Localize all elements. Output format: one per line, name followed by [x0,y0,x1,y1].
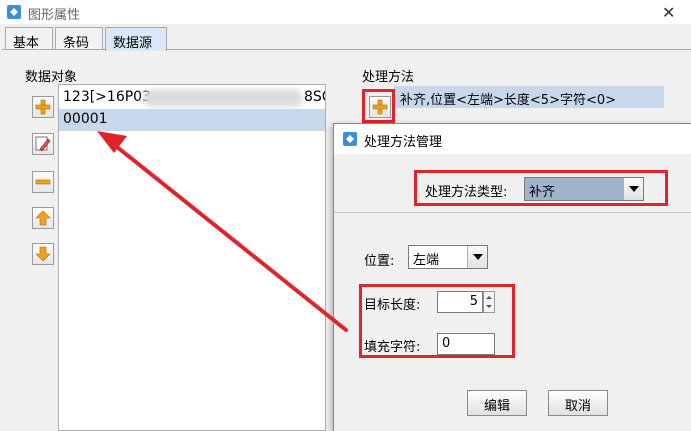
fill-char-label: 填充字符: [364,340,421,355]
cancel-button[interactable]: 取消 [548,390,608,416]
remove-button[interactable] [32,171,54,193]
method-type-label: 处理方法类型: [425,185,508,200]
window-titlebar: 图形属性 ✕ [0,0,691,24]
dialog-separator [334,212,691,213]
list-item-text: 123[>16P03 [63,89,151,105]
app-icon [343,132,357,146]
chevron-down-icon[interactable] [467,246,487,268]
redacted-area [143,89,303,107]
arrow-up-icon [35,210,51,226]
stepper-buttons[interactable] [483,291,495,313]
tab-basic[interactable]: 基本 [5,27,53,51]
fill-char-input[interactable]: 0 [437,333,495,355]
add-button[interactable] [32,96,54,118]
close-icon[interactable]: ✕ [662,3,675,22]
processing-method-dialog: 处理方法管理 处理方法类型: 补齐 位置: 左端 目标长度: 5 填充字符: 0… [333,123,691,431]
target-length-stepper[interactable]: 5 [437,291,483,313]
chevron-down-icon[interactable] [623,178,643,200]
position-select[interactable]: 左端 [408,245,488,269]
dialog-titlebar: 处理方法管理 [334,124,691,154]
data-objects-label: 数据对象 [25,70,78,85]
edit-pencil-icon [35,136,51,152]
list-item-selected[interactable]: 00001 [59,109,325,131]
plus-icon [35,99,51,115]
arrow-down-icon [35,246,51,262]
fill-char-value: 0 [442,336,451,351]
list-item-text: 00001 [63,111,108,127]
stepper-arrows-icon [486,296,492,308]
processing-method-item[interactable]: 补齐,位置<左端>长度<5>字符<0> [394,86,664,108]
edit-button[interactable] [32,133,54,155]
edit-button[interactable]: 编辑 [467,390,527,416]
move-up-button[interactable] [32,207,54,229]
minus-icon [35,179,51,185]
tab-barcode[interactable]: 条码 [55,27,103,51]
move-down-button[interactable] [32,243,54,265]
list-item-trailing-text: 8SC [304,89,325,105]
method-type-select[interactable]: 补齐 [524,177,644,201]
method-type-value: 补齐 [529,185,556,200]
add-method-button[interactable] [369,96,391,118]
window-title: 图形属性 [28,8,81,23]
dialog-title: 处理方法管理 [364,135,443,150]
tab-datasource[interactable]: 数据源 [105,27,167,51]
plus-icon [372,99,388,115]
position-label: 位置: [364,254,395,269]
app-icon [7,5,21,19]
position-value: 左端 [413,253,440,268]
target-length-label: 目标长度: [364,298,421,313]
list-item[interactable]: 123[>16P03 8SC [59,87,325,109]
target-length-value: 5 [469,294,478,309]
processing-methods-label: 处理方法 [362,70,415,85]
data-objects-list[interactable]: 123[>16P03 8SC 00001 [58,84,326,431]
